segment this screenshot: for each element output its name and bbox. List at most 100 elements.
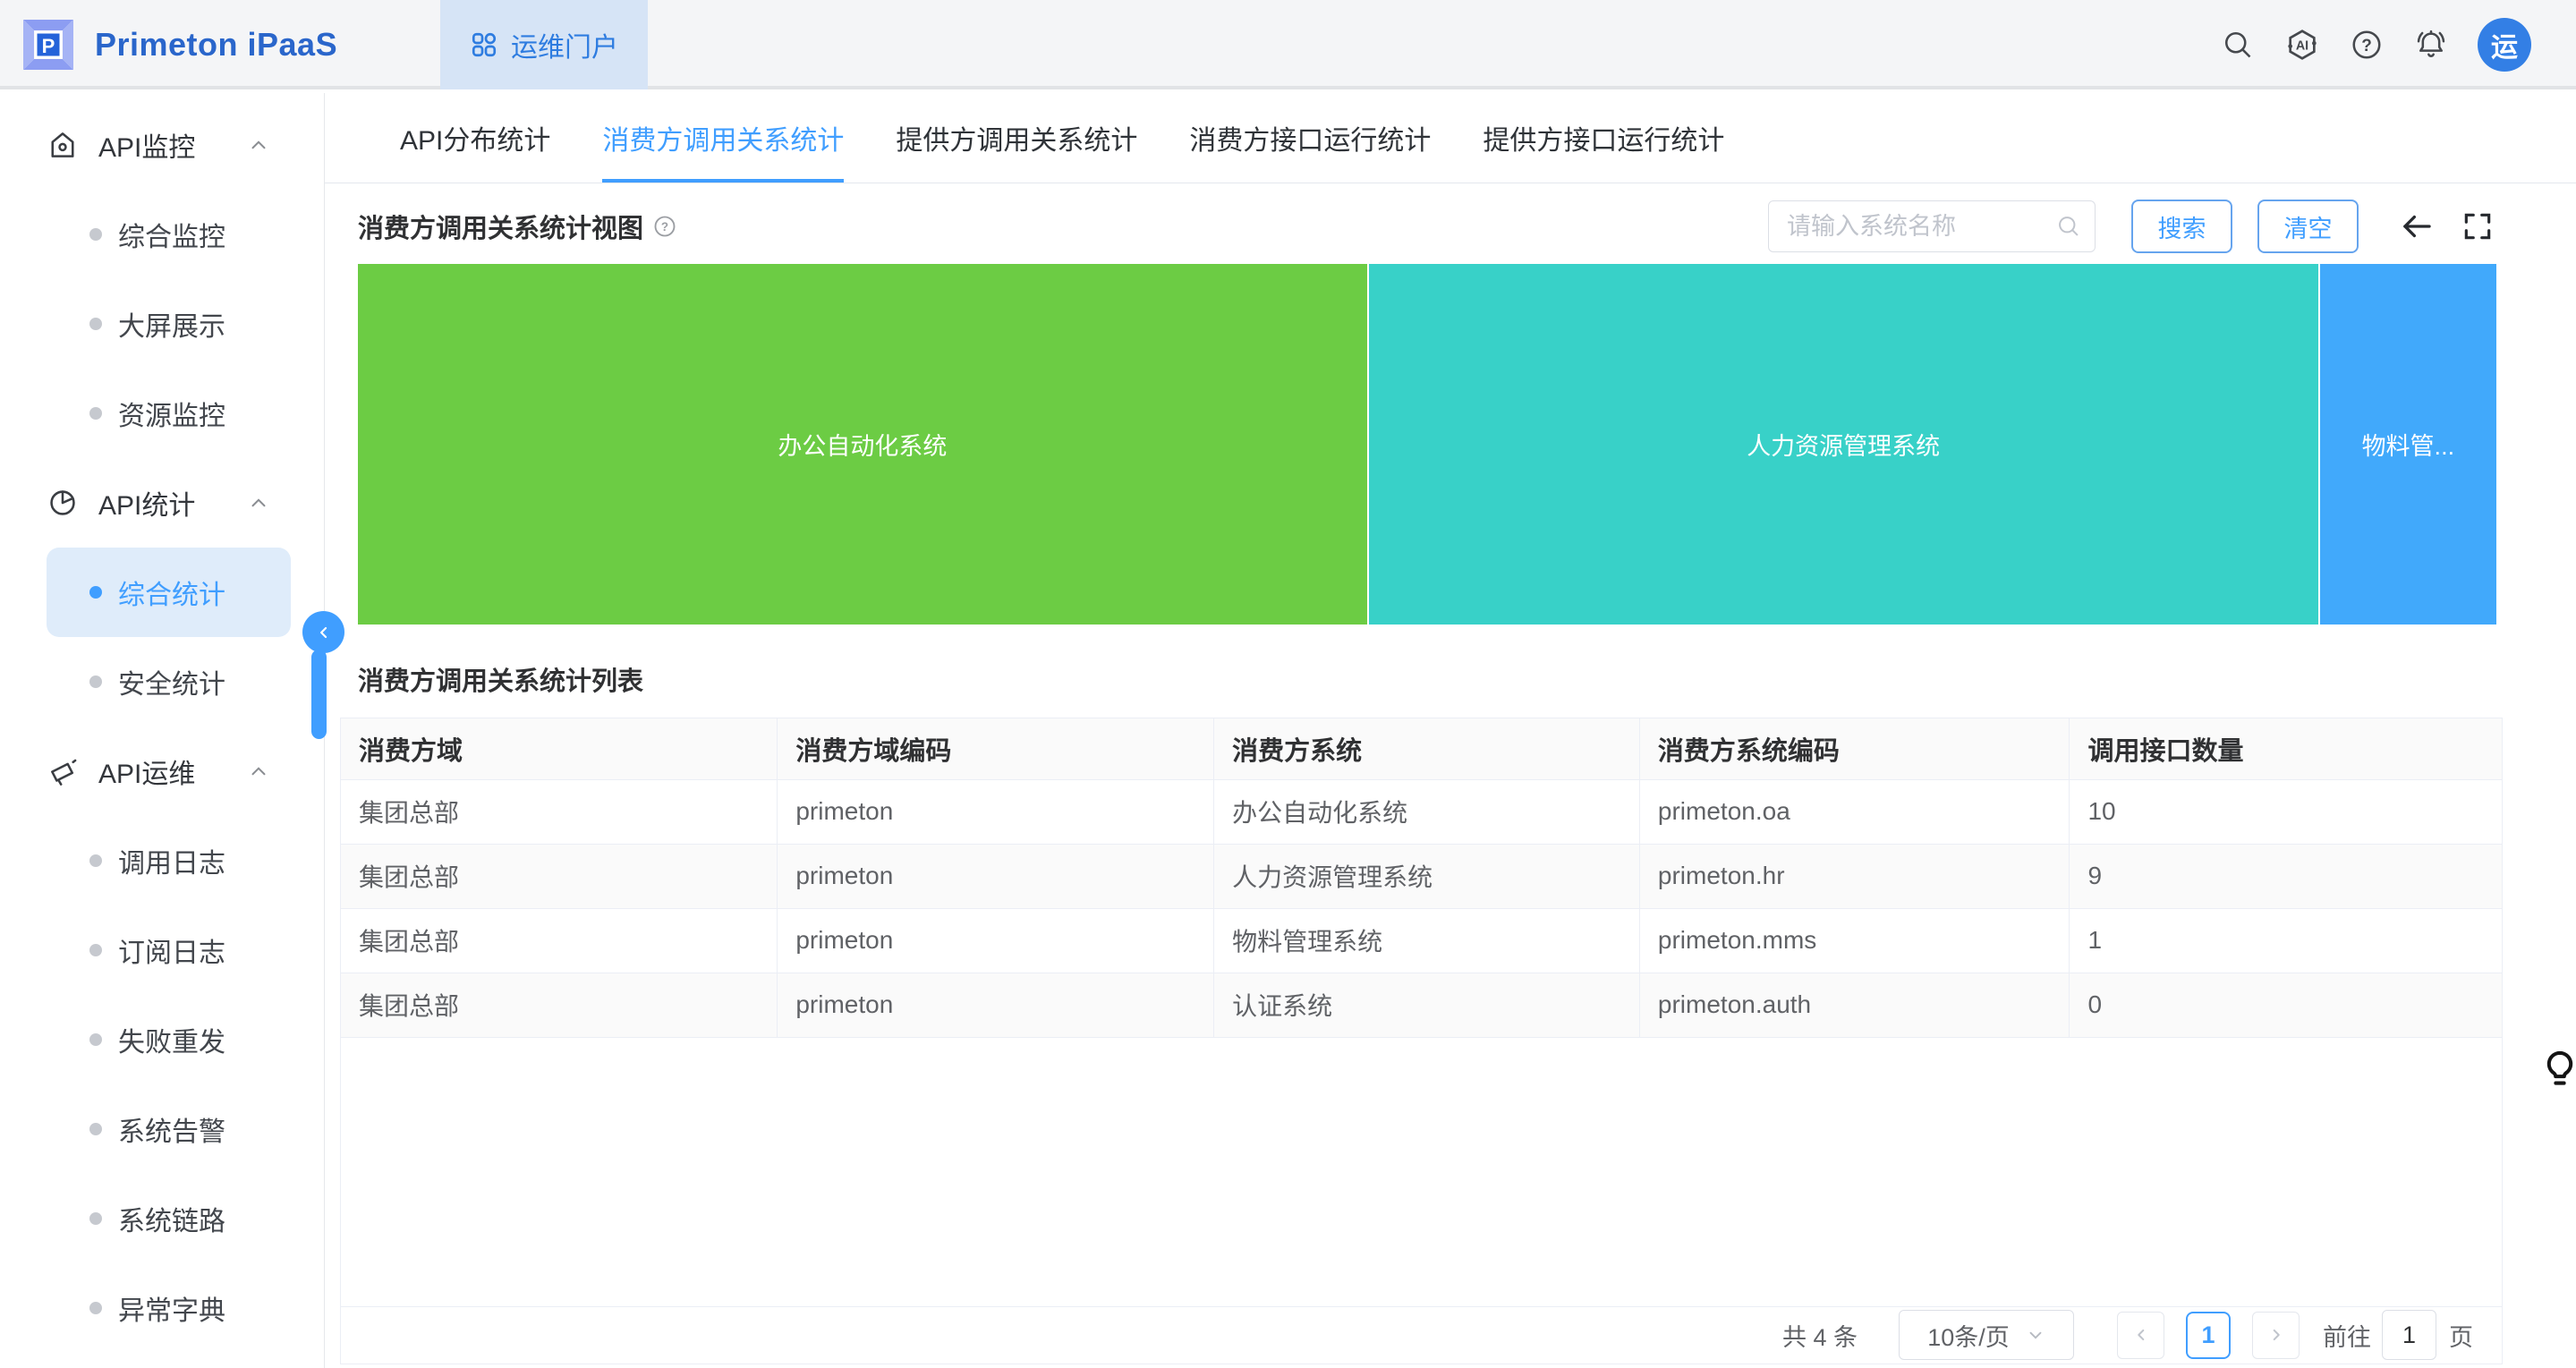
col-api-call-count: 调用接口数量	[2070, 718, 2502, 779]
megaphone-icon	[47, 755, 79, 787]
consumer-call-treemap: 办公自动化系统 人力资源管理系统 物料管...	[358, 264, 2496, 625]
statistics-tabs: API分布统计 消费方调用关系统计 提供方调用关系统计 消费方接口运行统计 提供…	[325, 93, 2576, 183]
table-row: 集团总部 primeton 认证系统 primeton.auth 0	[341, 973, 2502, 1037]
consumer-call-table: 消费方域 消费方域编码 消费方系统 消费方系统编码 调用接口数量 集团总部 pr…	[341, 718, 2502, 1038]
sidebar-item-security-statistics[interactable]: 安全统计	[0, 637, 324, 726]
col-consumer-system-code: 消费方系统编码	[1639, 718, 2070, 779]
table-empty-area	[341, 1038, 2502, 1306]
chevron-right-icon	[2266, 1325, 2286, 1345]
col-consumer-domain-code: 消费方域编码	[778, 718, 1214, 779]
prev-page-button[interactable]	[2117, 1312, 2164, 1359]
chevron-left-icon	[315, 624, 333, 642]
svg-text:?: ?	[661, 220, 668, 234]
sidebar-item-comprehensive-monitor[interactable]: 综合监控	[0, 190, 324, 279]
sidebar-active-indicator	[311, 650, 327, 739]
col-consumer-system: 消费方系统	[1214, 718, 1640, 779]
search-icon[interactable]	[2220, 27, 2256, 63]
table-row: 集团总部 primeton 物料管理系统 primeton.mms 1	[341, 908, 2502, 973]
tab-api-distribution[interactable]: API分布统计	[400, 93, 550, 183]
search-button[interactable]: 搜索	[2131, 200, 2232, 253]
top-header: P Primeton iPaaS 运维门户 AI	[0, 0, 2576, 89]
bullet-dot-icon	[89, 228, 102, 241]
sidebar-group-api-ops[interactable]: API运维	[0, 726, 324, 816]
col-consumer-domain: 消费方域	[341, 718, 778, 779]
bullet-dot-icon	[89, 944, 102, 956]
page-size-select[interactable]: 10条/页	[1899, 1310, 2074, 1360]
bullet-dot-icon	[89, 1212, 102, 1225]
back-arrow-icon[interactable]	[2398, 208, 2436, 245]
sidebar-group-label: API运维	[98, 752, 195, 791]
treemap-cell-mms-system[interactable]: 物料管...	[2318, 264, 2496, 625]
sidebar-item-big-screen[interactable]: 大屏展示	[0, 279, 324, 369]
chevron-up-icon	[247, 760, 270, 783]
tab-consumer-api-runtime[interactable]: 消费方接口运行统计	[1189, 93, 1431, 183]
sidebar-group-api-statistics[interactable]: API统计	[0, 458, 324, 548]
sidebar-item-subscription-logs[interactable]: 订阅日志	[0, 905, 324, 995]
table-header-row: 消费方域 消费方域编码 消费方系统 消费方系统编码 调用接口数量	[341, 718, 2502, 779]
sidebar-group-api-monitor[interactable]: API监控	[0, 100, 324, 190]
view-toolbar: 消费方调用关系统计视图 ? 搜索 清空	[325, 183, 2576, 253]
pagination-bar: 共 4 条 10条/页 1 前往 页	[341, 1306, 2502, 1364]
system-name-search	[1768, 200, 2096, 252]
portal-tab-ops[interactable]: 运维门户	[440, 0, 648, 89]
sidebar-item-comprehensive-statistics[interactable]: 综合统计	[47, 548, 291, 637]
tab-provider-api-runtime[interactable]: 提供方接口运行统计	[1483, 93, 1724, 183]
brand: P Primeton iPaaS	[16, 0, 337, 89]
chevron-up-icon	[247, 491, 270, 514]
treemap-cell-hr-system[interactable]: 人力资源管理系统	[1367, 264, 2318, 625]
sidebar-item-exception-dictionary[interactable]: 异常字典	[0, 1263, 324, 1353]
question-circle-icon[interactable]: ?	[652, 214, 677, 239]
sidebar-item-failure-retry[interactable]: 失败重发	[0, 995, 324, 1084]
page-unit-label: 页	[2449, 1318, 2473, 1353]
fullscreen-icon[interactable]	[2459, 208, 2496, 245]
view-toolbar-actions: 搜索 清空	[1768, 200, 2496, 253]
bullet-dot-icon	[89, 1302, 102, 1314]
clear-button[interactable]: 清空	[2257, 200, 2359, 253]
sidebar-item-resource-monitor[interactable]: 资源监控	[0, 369, 324, 458]
goto-label: 前往	[2323, 1318, 2371, 1353]
help-icon[interactable]: ?	[2349, 27, 2385, 63]
header-actions: AI ? 运	[2220, 0, 2531, 89]
statistics-table-container: 消费方域 消费方域编码 消费方系统 消费方系统编码 调用接口数量 集团总部 pr…	[340, 718, 2503, 1364]
ai-icon[interactable]: AI	[2284, 27, 2320, 63]
sidebar-item-system-alerts[interactable]: 系统告警	[0, 1084, 324, 1174]
lightbulb-icon[interactable]	[2539, 1043, 2576, 1097]
sidebar-collapse-button[interactable]	[302, 611, 344, 653]
bullet-dot-icon	[89, 676, 102, 688]
list-section-title: 消费方调用关系统计列表	[358, 660, 2576, 698]
sidebar-item-system-links[interactable]: 系统链路	[0, 1174, 324, 1263]
svg-text:P: P	[42, 35, 55, 57]
chevron-up-icon	[247, 133, 270, 157]
pagination-total: 共 4 条	[1782, 1318, 1858, 1353]
svg-text:AI: AI	[2296, 39, 2308, 54]
bullet-dot-icon	[89, 1033, 102, 1046]
view-section-title: 消费方调用关系统计视图 ?	[358, 208, 677, 245]
table-row: 集团总部 primeton 办公自动化系统 primeton.oa 10	[341, 779, 2502, 844]
sidebar-nav: API监控 综合监控 大屏展示 资源监控 API统计 综合统计 安全统计 API…	[0, 93, 325, 1368]
pie-chart-icon	[47, 487, 79, 519]
portal-tab-label: 运维门户	[511, 25, 618, 64]
chevron-left-icon	[2131, 1325, 2151, 1345]
page-number-1[interactable]: 1	[2186, 1312, 2231, 1359]
chevron-down-icon	[2026, 1325, 2045, 1345]
bullet-dot-icon	[89, 407, 102, 420]
sidebar-group-label: API监控	[98, 125, 195, 165]
goto-page-input[interactable]	[2382, 1310, 2436, 1360]
sidebar-group-label: API统计	[98, 483, 195, 523]
tab-consumer-call-relation[interactable]: 消费方调用关系统计	[602, 93, 844, 183]
app-title: Primeton iPaaS	[95, 26, 337, 64]
search-input[interactable]	[1768, 200, 2096, 252]
bullet-dot-icon	[89, 586, 102, 599]
user-avatar[interactable]: 运	[2478, 18, 2531, 72]
treemap-cell-oa-system[interactable]: 办公自动化系统	[358, 264, 1367, 625]
bullet-dot-icon	[89, 1123, 102, 1135]
primeton-logo-icon: P	[16, 13, 81, 77]
next-page-button[interactable]	[2252, 1312, 2300, 1359]
app-grid-icon	[470, 30, 498, 59]
bullet-dot-icon	[89, 318, 102, 330]
tab-provider-call-relation[interactable]: 提供方调用关系统计	[896, 93, 1137, 183]
sidebar-item-call-logs[interactable]: 调用日志	[0, 816, 324, 905]
main-content: API分布统计 消费方调用关系统计 提供方调用关系统计 消费方接口运行统计 提供…	[325, 93, 2576, 1368]
bell-icon[interactable]	[2413, 27, 2449, 63]
svg-text:?: ?	[2361, 37, 2372, 55]
